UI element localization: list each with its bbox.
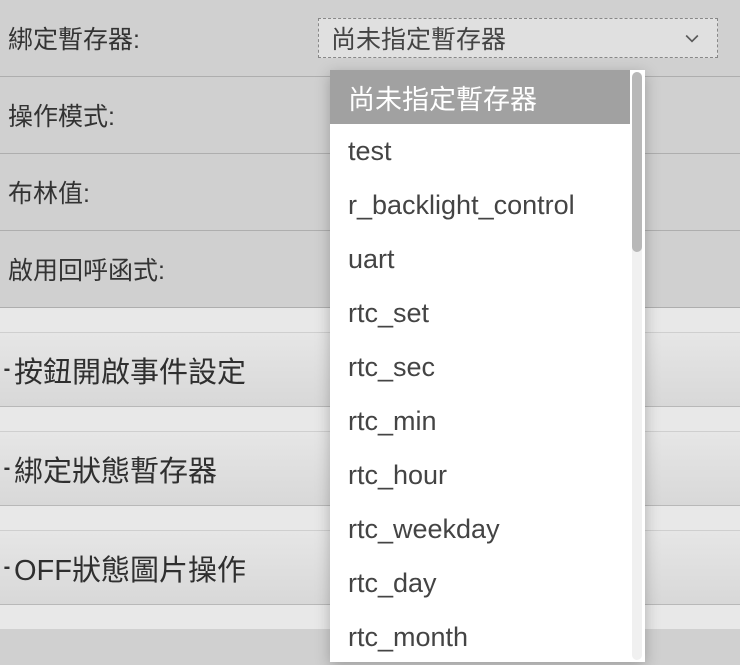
scrollbar-thumb[interactable] [632,72,642,252]
dropdown-list-inner: 尚未指定暫存器 test r_backlight_control uart rt… [330,70,630,662]
expand-icon: - [0,358,14,381]
list-item[interactable]: rtc_min [330,394,630,448]
list-item[interactable]: rtc_set [330,286,630,340]
chevron-down-icon [679,25,705,51]
label-callback: 啟用回呼函式: [8,251,318,287]
expand-icon: - [0,556,14,579]
dropdown-list[interactable]: 尚未指定暫存器 test r_backlight_control uart rt… [330,70,645,662]
label-bool: 布林值: [8,174,318,210]
dropdown-value: 尚未指定暫存器 [331,20,506,56]
list-item[interactable]: rtc_hour [330,448,630,502]
list-item[interactable]: 尚未指定暫存器 [330,70,630,124]
scrollbar-track[interactable] [632,72,642,660]
list-item[interactable]: rtc_month [330,610,630,662]
expand-icon: - [0,457,14,480]
row-bind-register: 綁定暫存器: 尚未指定暫存器 [0,0,740,77]
dropdown-bind-register[interactable]: 尚未指定暫存器 [318,18,718,58]
section-label: 綁定狀態暫存器 [14,448,217,490]
section-label: OFF狀態圖片操作 [14,547,246,589]
list-item[interactable]: r_backlight_control [330,178,630,232]
list-item[interactable]: rtc_weekday [330,502,630,556]
list-item[interactable]: test [330,124,630,178]
section-label: 按鈕開啟事件設定 [14,349,246,391]
list-item[interactable]: uart [330,232,630,286]
label-mode: 操作模式: [8,97,318,133]
label-bind-register: 綁定暫存器: [8,20,318,56]
list-item[interactable]: rtc_sec [330,340,630,394]
list-item[interactable]: rtc_day [330,556,630,610]
